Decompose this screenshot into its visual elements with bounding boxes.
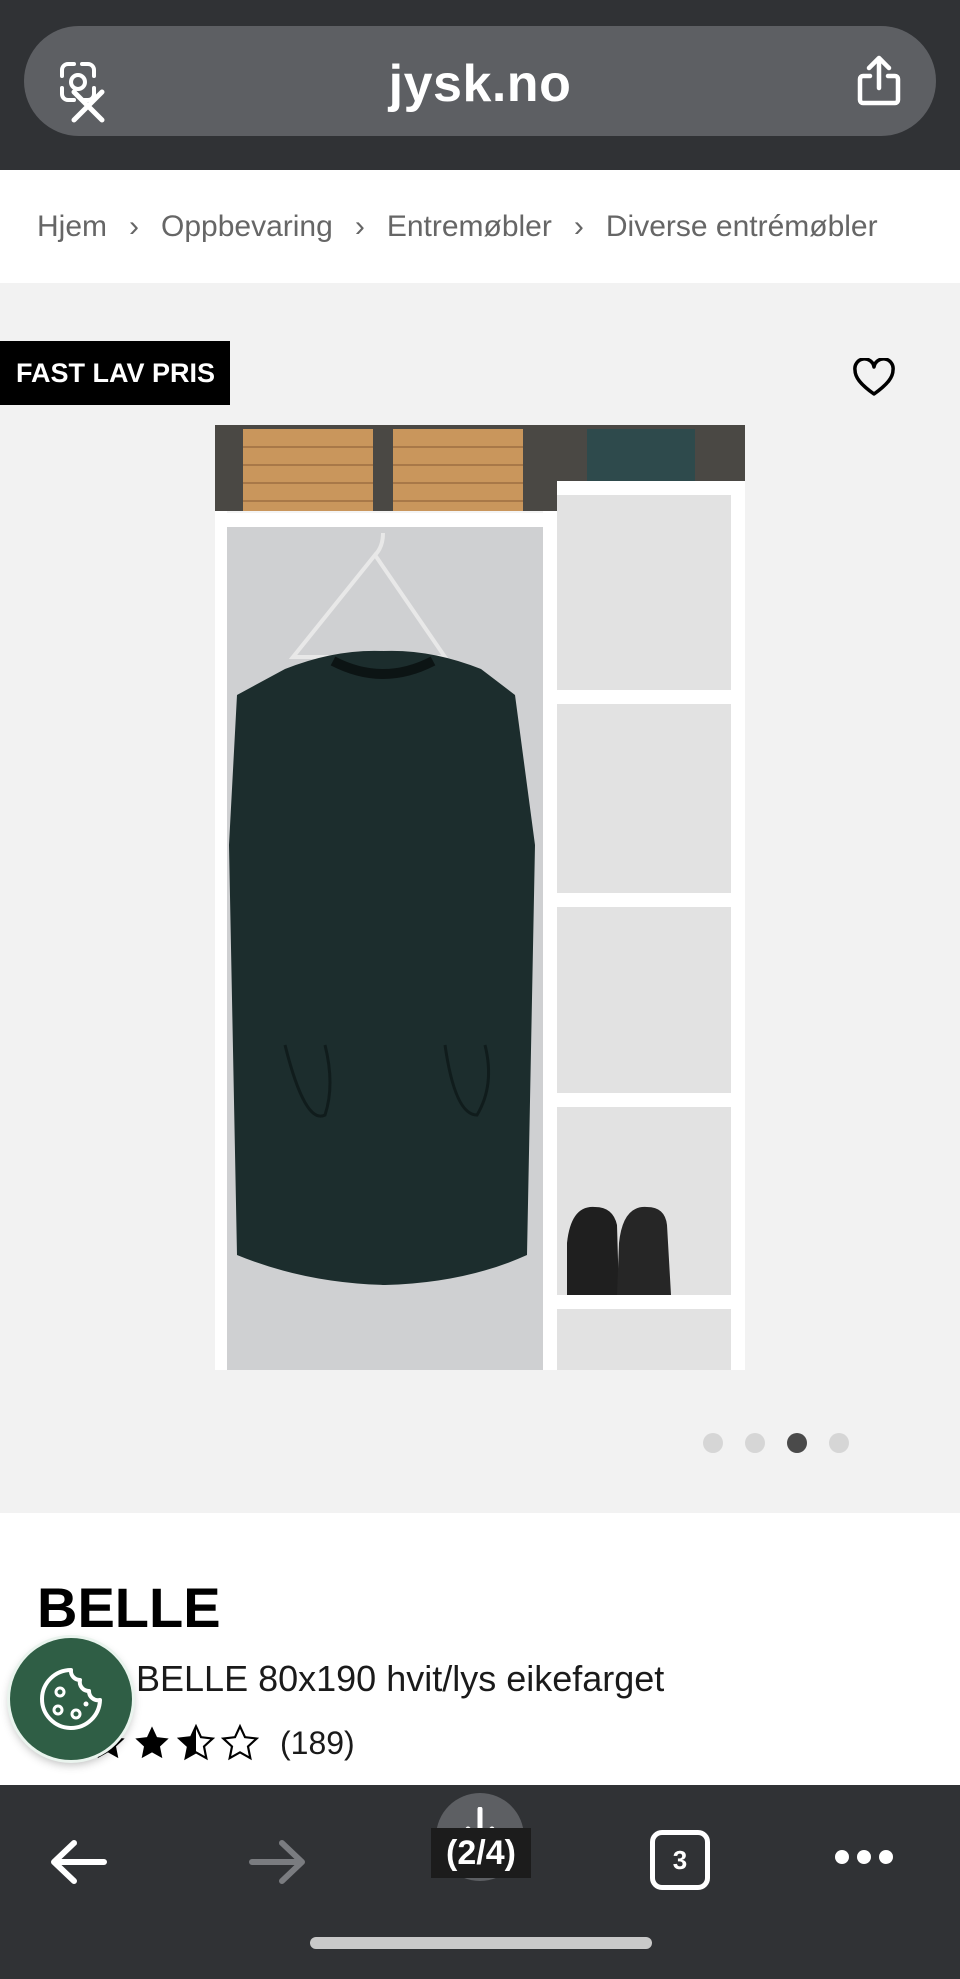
- home-indicator[interactable]: [310, 1937, 652, 1949]
- browser-top-bar: jysk.no: [0, 0, 960, 170]
- heart-icon[interactable]: [852, 358, 896, 398]
- breadcrumb-separator: ›: [354, 209, 365, 243]
- breadcrumb-item-hjem[interactable]: Hjem: [37, 210, 107, 244]
- gallery-pagination: [703, 1433, 849, 1453]
- review-count[interactable]: (189): [280, 1725, 355, 1762]
- breadcrumb-item-oppbevaring[interactable]: Oppbevaring: [161, 210, 333, 244]
- breadcrumb-item-entremobler[interactable]: Entremøbler: [387, 210, 552, 244]
- product-brand: BELLE: [37, 1576, 221, 1639]
- gallery-dot[interactable]: [745, 1433, 765, 1453]
- gallery-dot[interactable]: [829, 1433, 849, 1453]
- tabs-button[interactable]: 3: [650, 1830, 710, 1890]
- breadcrumb: Hjem › Oppbevaring › Entremøbler › Diver…: [0, 170, 960, 283]
- more-dots-icon[interactable]: [834, 1849, 894, 1865]
- url-text[interactable]: jysk.no: [24, 54, 936, 114]
- product-gallery[interactable]: FAST LAV PRIS: [0, 283, 960, 1513]
- page-indicator: (2/4): [431, 1828, 531, 1878]
- tab-count: 3: [672, 1844, 688, 1875]
- price-badge: FAST LAV PRIS: [0, 341, 230, 405]
- product-subtitle: BELLE 80x190 hvit/lys eikefarget: [136, 1658, 665, 1699]
- arrow-left-icon[interactable]: [48, 1837, 108, 1887]
- breadcrumb-separator: ›: [129, 209, 140, 243]
- gallery-dot-active[interactable]: [787, 1433, 807, 1453]
- cookie-settings-button[interactable]: [10, 1638, 132, 1760]
- breadcrumb-item-diverse[interactable]: Diverse entrémøbler: [606, 210, 878, 244]
- cookie-icon: [40, 1668, 102, 1730]
- breadcrumb-separator: ›: [573, 209, 584, 243]
- share-icon[interactable]: [854, 54, 904, 108]
- address-bar[interactable]: jysk.no: [24, 26, 936, 136]
- star-empty-icon: [220, 1723, 260, 1761]
- star-half-icon: [176, 1723, 216, 1761]
- arrow-right-icon[interactable]: [248, 1837, 308, 1887]
- product-info: BELLE BELLE 80x190 hvit/lys eikefarget (…: [0, 1513, 960, 1785]
- product-image: [215, 425, 745, 1370]
- star-filled-icon: [135, 1726, 169, 1759]
- browser-bottom-toolbar: (2/4) 3: [0, 1785, 960, 1979]
- gallery-dot[interactable]: [703, 1433, 723, 1453]
